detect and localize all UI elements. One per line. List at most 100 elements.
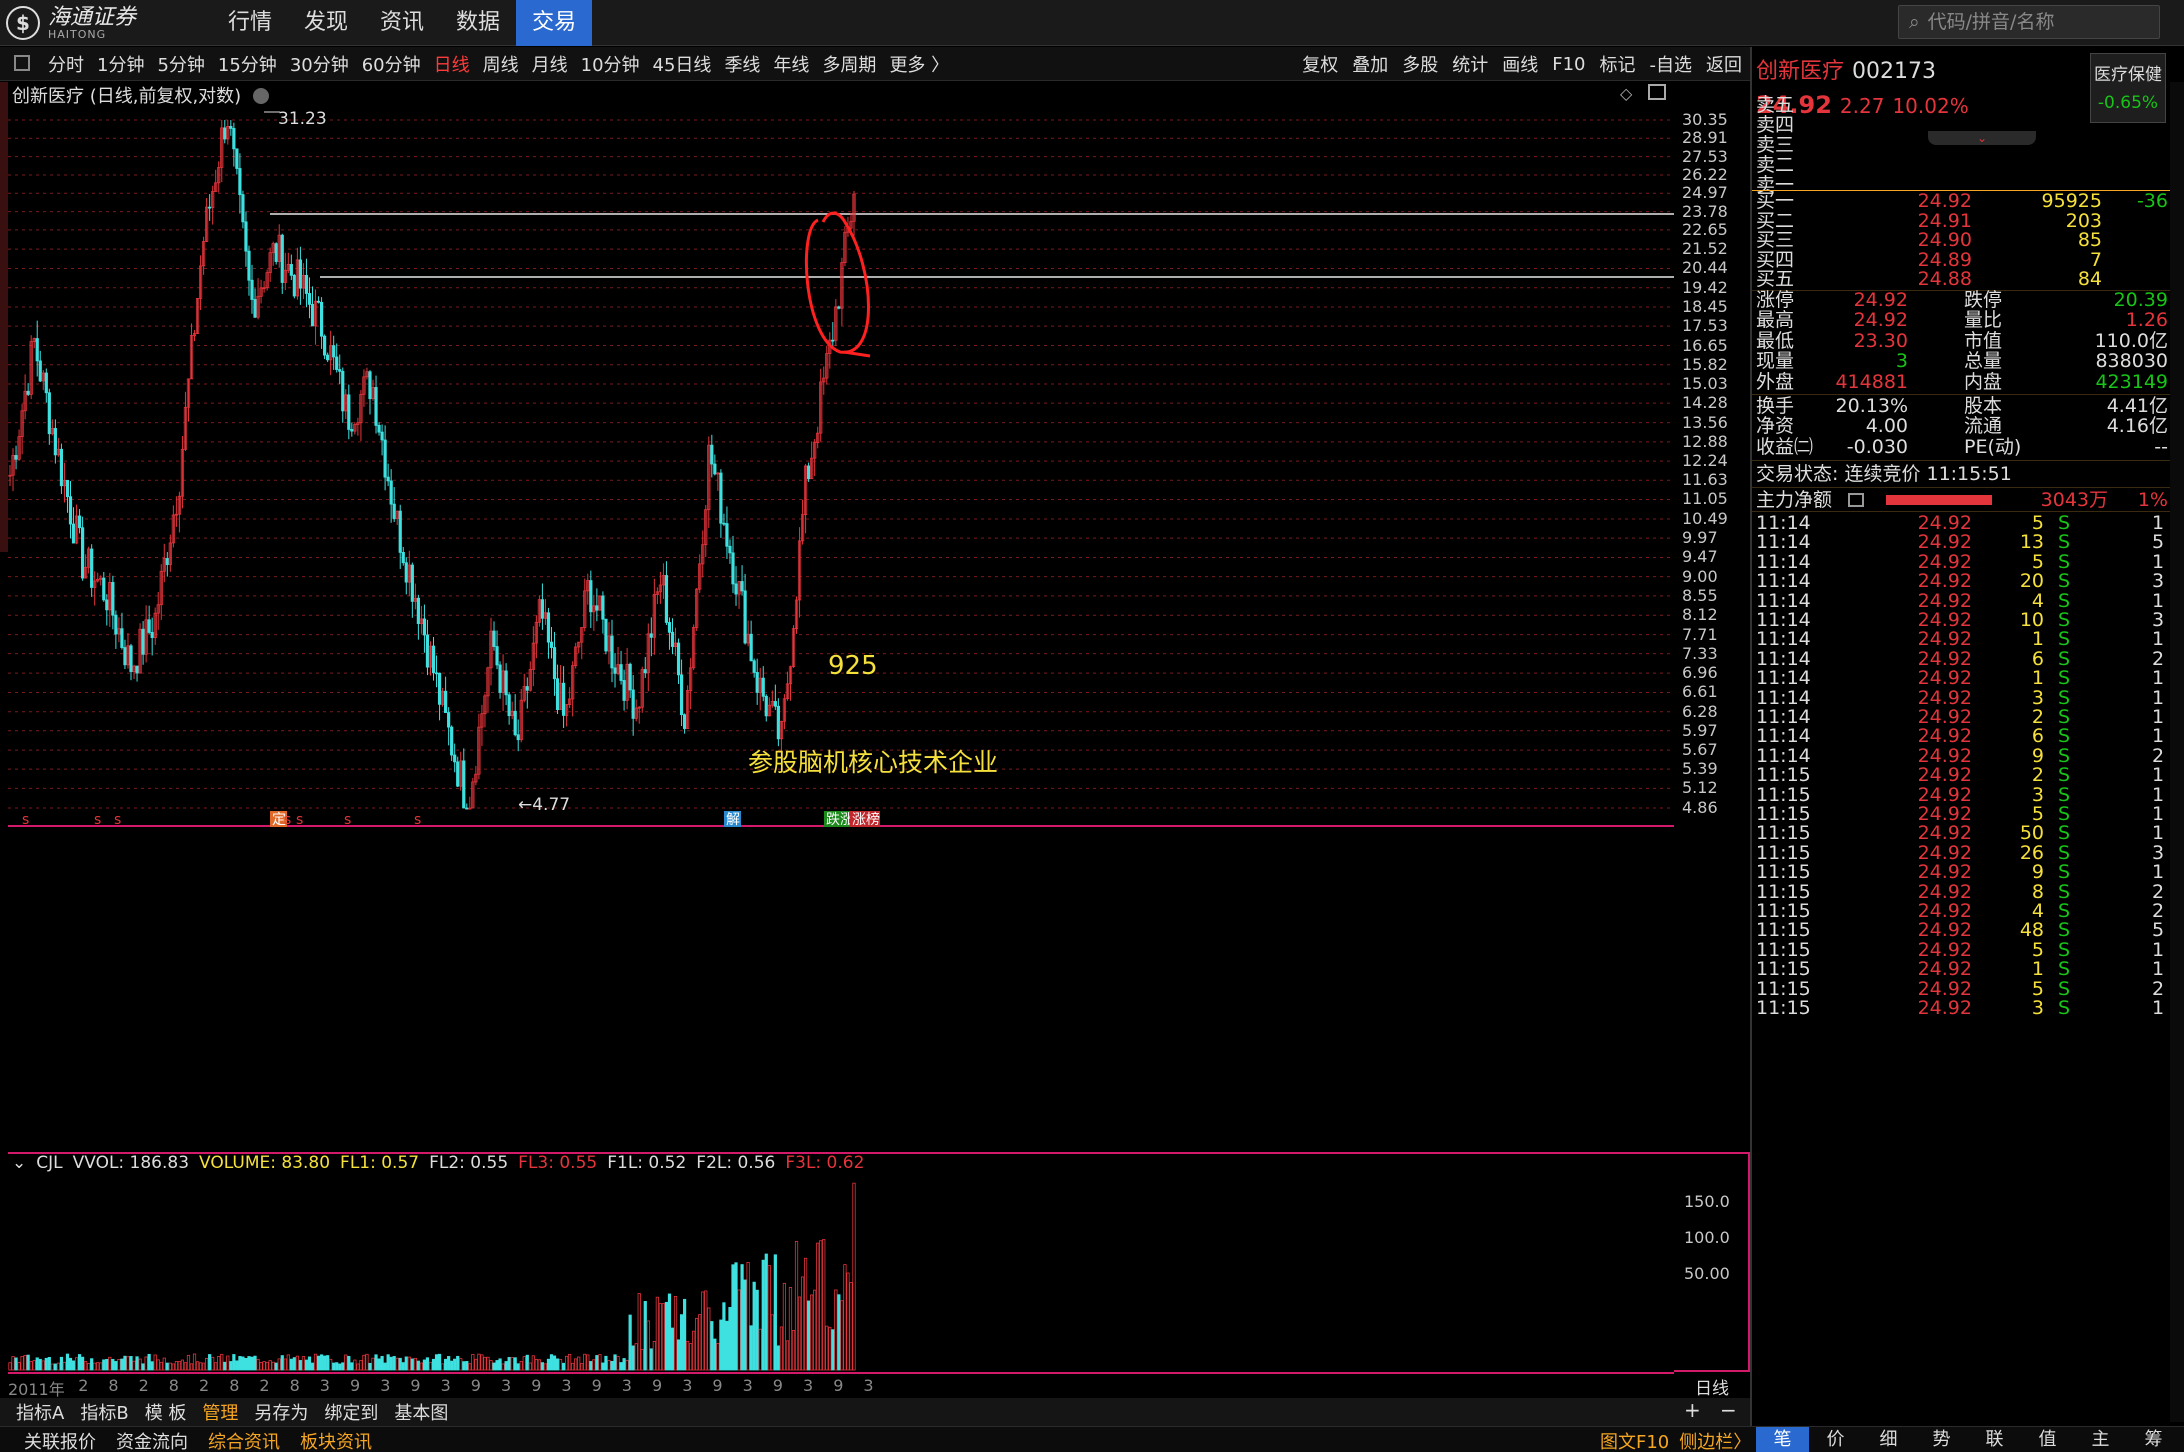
bottom-link-0[interactable]: 图文F10	[1600, 1428, 1669, 1452]
right-edge-strip[interactable]	[2170, 82, 2184, 1422]
volume-bar	[323, 1355, 327, 1371]
zoom-in-button[interactable]: +	[1684, 1398, 1701, 1422]
left-side-strip[interactable]	[0, 82, 8, 552]
period-tab-14[interactable]: 更多 〉	[889, 51, 949, 77]
tick-price: 24.92	[1917, 570, 1972, 593]
zoom-out-button[interactable]: −	[1720, 1398, 1737, 1422]
tool-button-7[interactable]: -自选	[1650, 51, 1693, 77]
price-chart[interactable]: 31.23←4.77925参股脑机核心技术企业定解跌涨涨榜s s s s s s s	[8, 108, 1674, 1148]
detail-tab-5[interactable]: 值	[2021, 1427, 2074, 1452]
candle-body	[837, 306, 841, 309]
indicator-tab-1[interactable]: 指标B	[80, 1399, 128, 1425]
indicator-tab-6[interactable]: 基本图	[394, 1399, 448, 1425]
indicator-tab-0[interactable]: 指标A	[16, 1399, 64, 1425]
volume-bar	[776, 1345, 780, 1371]
period-tab-5[interactable]: 60分钟	[362, 51, 421, 77]
bottom-tab-1[interactable]: 资金流向	[116, 1428, 188, 1452]
period-tab-0[interactable]: 分时	[48, 51, 84, 77]
detail-tab-6[interactable]: 主	[2074, 1427, 2127, 1452]
volume-bar	[664, 1301, 669, 1371]
period-tab-7[interactable]: 周线	[483, 51, 519, 77]
volume-bar	[522, 1356, 526, 1371]
price-scale-label: 14.28	[1682, 393, 1728, 413]
indicator-tab-4[interactable]: 另存为	[254, 1399, 308, 1425]
tool-button-0[interactable]: 复权	[1302, 51, 1338, 77]
volume-bar	[667, 1293, 672, 1371]
volume-bar	[713, 1338, 717, 1371]
detail-tab-1[interactable]: 价	[1809, 1427, 1862, 1452]
candle-body	[546, 612, 551, 643]
candle-body	[90, 548, 94, 588]
bottom-tab-0[interactable]: 关联报价	[24, 1428, 96, 1452]
search-box[interactable]: ⌕	[1898, 5, 2160, 39]
nav-item-0[interactable]: 行情	[212, 0, 288, 46]
volume-bar	[689, 1343, 693, 1371]
tool-button-3[interactable]: 统计	[1452, 51, 1488, 77]
tick-price: 24.92	[1917, 686, 1972, 709]
tool-button-5[interactable]: F10	[1552, 54, 1585, 75]
volume-bar	[462, 1361, 466, 1371]
collapse-icon[interactable]: ⌄	[12, 1153, 26, 1173]
candle-body	[323, 335, 327, 356]
volume-bar	[316, 1355, 321, 1371]
search-input[interactable]	[1927, 11, 2138, 33]
nav-item-2[interactable]: 资讯	[364, 0, 440, 46]
period-tab-9[interactable]: 10分钟	[581, 51, 640, 77]
candle-body	[773, 701, 777, 707]
tool-button-4[interactable]: 画线	[1502, 51, 1538, 77]
tool-button-6[interactable]: 标记	[1600, 51, 1636, 77]
candle-body	[253, 299, 257, 318]
volume-bar	[616, 1356, 620, 1371]
period-tab-2[interactable]: 5分钟	[157, 51, 204, 77]
nav-item-1[interactable]: 发现	[288, 0, 364, 46]
price-scale-label: 26.22	[1682, 164, 1728, 184]
tool-button-8[interactable]: 返回	[1706, 51, 1742, 77]
indicator-tab-5[interactable]: 绑定到	[324, 1399, 378, 1425]
volume-bar	[416, 1360, 420, 1371]
nav-item-4[interactable]: 交易	[516, 0, 593, 46]
candle-body	[425, 634, 430, 668]
period-tab-4[interactable]: 30分钟	[290, 51, 349, 77]
detail-tab-4[interactable]: 联	[1968, 1427, 2021, 1452]
tick-side: S	[2058, 803, 2071, 825]
bottom-link-1[interactable]: 侧边栏〉	[1679, 1428, 1751, 1452]
indicator-tab-3[interactable]: 管理	[202, 1399, 238, 1425]
list-icon[interactable]	[1848, 493, 1864, 507]
bid-price: 24.88	[1917, 268, 1972, 290]
volume-bar	[628, 1314, 632, 1371]
volume-chart[interactable]	[8, 1152, 1674, 1374]
candle-body	[341, 370, 345, 412]
period-tab-11[interactable]: 季线	[724, 51, 760, 77]
tick-side: S	[2058, 628, 2071, 651]
nav-item-3[interactable]: 数据	[440, 0, 516, 46]
period-tab-10[interactable]: 45日线	[653, 51, 712, 77]
tick-row: 11:15 24.92 4 S 2	[1752, 901, 2184, 921]
period-tab-6[interactable]: 日线	[434, 51, 470, 77]
diamond-icon[interactable]: ◇	[1620, 84, 1632, 103]
candle-body	[377, 424, 381, 433]
price-scale-label: 15.82	[1682, 354, 1728, 374]
bottom-tab-2[interactable]: 综合资讯	[208, 1428, 280, 1452]
chevron-down-icon[interactable]	[252, 88, 269, 104]
volume-legend-item: VVOL: 186.83	[72, 1153, 190, 1173]
period-tab-8[interactable]: 月线	[532, 51, 568, 77]
period-tab-1[interactable]: 1分钟	[97, 51, 144, 77]
detail-tab-0[interactable]: 笔	[1756, 1427, 1809, 1452]
detail-tab-2[interactable]: 细	[1862, 1427, 1915, 1452]
period-tab-13[interactable]: 多周期	[822, 51, 876, 77]
tool-button-2[interactable]: 多股	[1402, 51, 1438, 77]
volume-bar	[295, 1355, 299, 1371]
indicator-tab-2[interactable]: 模 板	[145, 1399, 187, 1425]
candle-body	[444, 690, 448, 713]
panel-toggle-icon[interactable]	[1648, 84, 1666, 100]
detail-tab-3[interactable]: 势	[1915, 1427, 1968, 1452]
toolbar-menu-icon[interactable]	[14, 55, 30, 71]
candle-body	[392, 503, 396, 519]
tool-button-1[interactable]: 叠加	[1352, 51, 1388, 77]
tick-row: 11:14 24.92 1 S 1	[1752, 629, 2184, 649]
period-tab-12[interactable]: 年线	[773, 51, 809, 77]
candle-body	[807, 465, 811, 480]
detail-tab-7[interactable]: 筹	[2127, 1427, 2180, 1452]
period-tab-3[interactable]: 15分钟	[218, 51, 277, 77]
bottom-tab-3[interactable]: 板块资讯	[300, 1428, 372, 1452]
